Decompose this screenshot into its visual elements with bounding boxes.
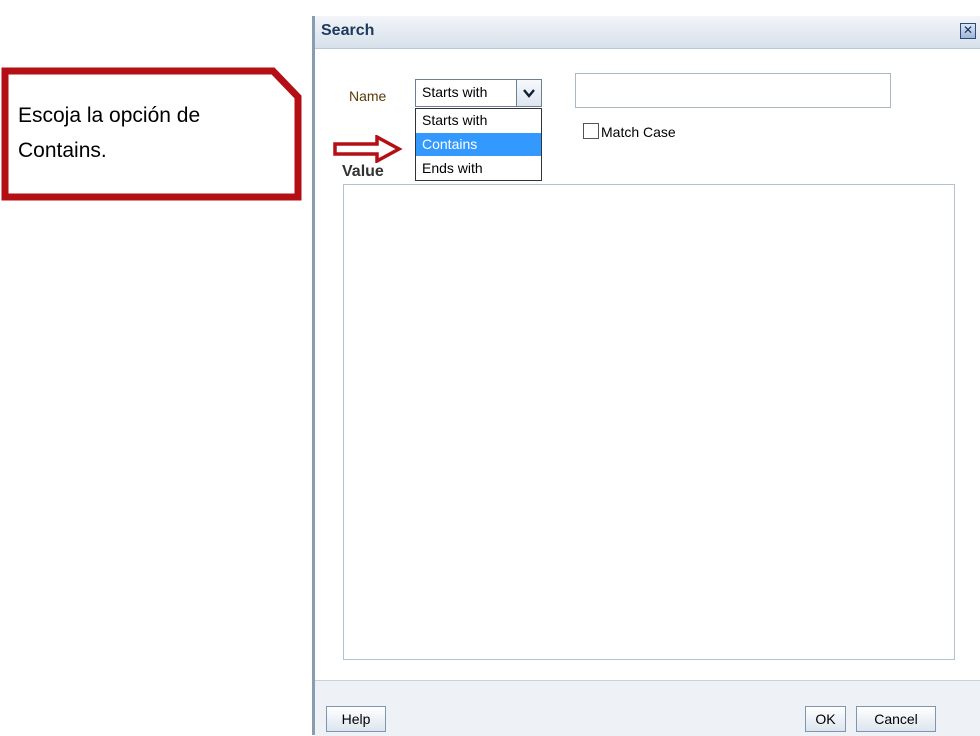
operator-dropdown-list: Starts with Contains Ends with [415,108,542,181]
dialog-titlebar: Search ✕ [315,16,980,49]
instruction-callout: Escoja la opción de Contains. [0,67,302,201]
name-label: Name [349,88,387,104]
callout-text: Escoja la opción de Contains. [18,104,201,162]
search-dialog: Search ✕ Name Starts with Starts with Co… [312,16,980,736]
help-button[interactable]: Help [326,706,386,732]
option-starts-with[interactable]: Starts with [416,109,541,132]
close-icon[interactable]: ✕ [960,23,976,39]
option-contains[interactable]: Contains [416,133,541,156]
cancel-button[interactable]: Cancel [856,706,936,732]
search-text-input[interactable] [575,73,891,108]
dialog-title: Search [321,22,375,39]
value-list-area[interactable] [343,184,955,660]
chevron-down-icon[interactable] [516,80,541,106]
match-case-label: Match Case [601,124,676,140]
operator-selected-value: Starts with [422,84,488,100]
red-arrow-icon [333,135,403,163]
match-case-checkbox[interactable] [583,123,599,139]
option-ends-with[interactable]: Ends with [416,157,541,180]
operator-select[interactable]: Starts with [415,79,542,107]
ok-button[interactable]: OK [805,706,846,732]
dialog-footer: Help OK Cancel [315,680,980,736]
value-label: Value [342,163,384,180]
